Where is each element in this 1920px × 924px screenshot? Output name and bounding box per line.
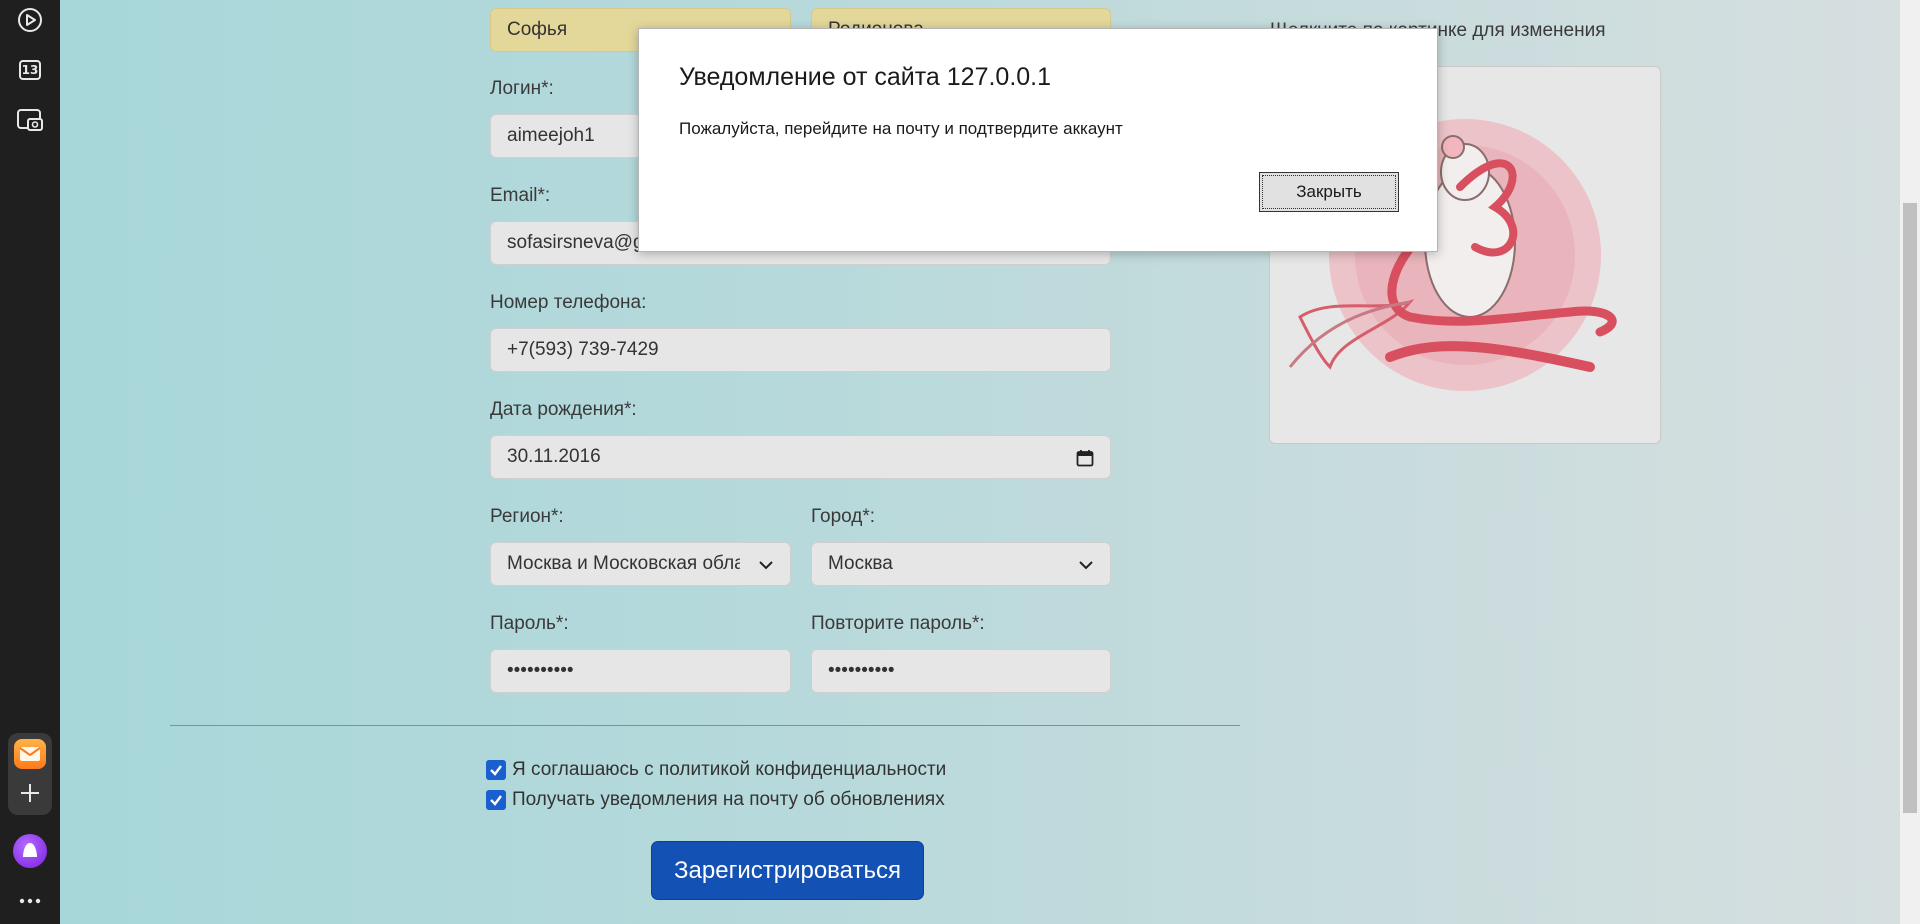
login-value: aimeejoh1 — [507, 125, 595, 146]
birth-date-input[interactable]: 30.11.2016 — [490, 435, 1111, 479]
alice-icon[interactable] — [13, 834, 47, 868]
password-repeat-input[interactable]: •••••••••• — [811, 649, 1111, 693]
scrollbar-thumb[interactable] — [1903, 203, 1917, 813]
chevron-down-icon — [1079, 561, 1093, 570]
updates-checkbox-row: Получать уведомления на почту об обновле… — [486, 789, 945, 811]
first-name-value: Софья — [507, 19, 568, 40]
more-icon[interactable] — [18, 893, 42, 904]
close-button[interactable]: Закрыть — [1259, 172, 1399, 212]
city-label: Город*: — [811, 506, 876, 527]
alert-dialog: Уведомление от сайта 127.0.0.1 Пожалуйст… — [638, 28, 1438, 252]
region-label: Регион*: — [490, 506, 564, 527]
divider — [170, 725, 1240, 726]
phone-label: Номер телефона: — [490, 292, 647, 313]
check-icon — [490, 795, 502, 806]
phone-value: +7(593) 739-7429 — [507, 339, 659, 360]
sidebar-app-group — [8, 733, 52, 815]
privacy-checkbox-row: Я соглашаюсь с политикой конфиденциально… — [486, 759, 946, 781]
updates-checkbox-label[interactable]: Получать уведомления на почту об обновле… — [512, 789, 945, 811]
plus-icon[interactable] — [18, 781, 42, 805]
updates-checkbox[interactable] — [486, 790, 506, 810]
password-repeat-label: Повторите пароль*: — [811, 613, 985, 634]
screenshot-icon[interactable] — [12, 102, 48, 138]
city-value: Москва — [828, 553, 893, 574]
birth-date-value: 30.11.2016 — [507, 446, 601, 467]
calendar-day: 13 — [19, 60, 41, 80]
region-value: Москва и Московская область — [507, 553, 740, 574]
login-label: Логин*: — [490, 78, 554, 99]
calendar-picker-icon[interactable] — [1076, 449, 1094, 467]
password-input[interactable]: •••••••••• — [490, 649, 791, 693]
privacy-checkbox-label[interactable]: Я соглашаюсь с политикой конфиденциально… — [512, 759, 946, 781]
password-label: Пароль*: — [490, 613, 569, 634]
phone-input[interactable]: +7(593) 739-7429 — [490, 328, 1111, 372]
password-repeat-value: •••••••••• — [828, 660, 895, 681]
check-icon — [490, 765, 502, 776]
city-select[interactable]: Москва — [811, 542, 1111, 586]
dialog-message: Пожалуйста, перейдите на почту и подтвер… — [679, 119, 1123, 138]
birth-date-label: Дата рождения*: — [490, 399, 637, 420]
register-button[interactable]: Зарегистрироваться — [651, 841, 924, 900]
email-label: Email*: — [490, 185, 551, 206]
browser-sidebar: 13 — [0, 0, 60, 924]
mail-icon[interactable] — [14, 739, 46, 769]
region-select[interactable]: Москва и Московская область — [490, 542, 791, 586]
privacy-checkbox[interactable] — [486, 760, 506, 780]
play-icon[interactable] — [12, 2, 48, 38]
chevron-down-icon — [759, 561, 773, 570]
dialog-title: Уведомление от сайта 127.0.0.1 — [679, 63, 1052, 91]
password-value: •••••••••• — [507, 660, 574, 681]
calendar-icon[interactable]: 13 — [12, 52, 48, 88]
